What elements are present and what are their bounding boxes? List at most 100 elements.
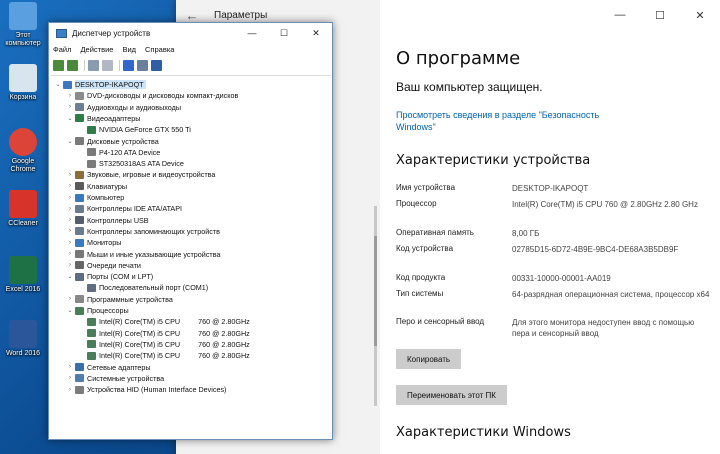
chevron-right-icon[interactable]: ›: [66, 183, 74, 189]
dm-minimize-button[interactable]: —: [236, 23, 268, 43]
chevron-right-icon[interactable]: ›: [66, 364, 74, 370]
chevron-right-icon[interactable]: ›: [66, 240, 74, 246]
chevron-down-icon[interactable]: ⌄: [54, 81, 62, 88]
tree-category[interactable]: › Звуковые, игровые и видеоустройства: [66, 169, 215, 180]
chevron-right-icon[interactable]: ›: [66, 172, 74, 178]
chevron-right-icon[interactable]: ›: [66, 375, 74, 381]
menu-item[interactable]: Действие: [80, 45, 113, 54]
tree-node-label: Порты (COM и LPT): [87, 272, 154, 282]
tree-category[interactable]: › Клавиатуры: [66, 181, 127, 192]
tree-node-label: Программные устройства: [87, 294, 173, 304]
close-icon: ✕: [312, 27, 320, 38]
chevron-right-icon[interactable]: ›: [66, 262, 74, 268]
chevron-down-icon[interactable]: ⌄: [66, 307, 74, 314]
help-icon[interactable]: [123, 59, 134, 71]
tree-category[interactable]: › Компьютер: [66, 192, 124, 203]
tree-device[interactable]: Intel(R) Core(TM) i5 CPU 760 @ 2.80GHz: [78, 328, 250, 339]
tree-category[interactable]: › Мониторы: [66, 237, 121, 248]
desktop-icon-ccleaner[interactable]: CCleaner: [0, 190, 46, 228]
forward-icon[interactable]: [67, 59, 78, 71]
rename-pc-button[interactable]: Переименовать этот ПК: [396, 385, 507, 405]
network-icon: [75, 363, 84, 371]
properties-icon[interactable]: [88, 59, 99, 71]
tree-category[interactable]: › Контроллеры IDE ATA/ATAPI: [66, 203, 182, 214]
chevron-right-icon[interactable]: ›: [66, 228, 74, 234]
close-button[interactable]: ✕: [680, 0, 720, 30]
sidebar-scrollbar-thumb[interactable]: [374, 236, 377, 346]
tree-device[interactable]: Intel(R) Core(TM) i5 CPU 760 @ 2.80GHz: [78, 316, 250, 327]
tree-device[interactable]: Intel(R) Core(TM) i5 CPU 760 @ 2.80GHz: [78, 339, 250, 350]
hid-icon: [75, 385, 84, 394]
scan-hardware-icon[interactable]: [151, 59, 162, 71]
security-link[interactable]: Просмотреть сведения в разделе "Безопасн…: [396, 109, 626, 133]
cpu-icon: [87, 317, 96, 326]
back-icon[interactable]: [53, 59, 64, 71]
chevron-right-icon[interactable]: ›: [66, 206, 74, 212]
tree-category[interactable]: ⌄ Процессоры: [66, 305, 129, 316]
spec-value: 64-разрядная операционная система, проце…: [512, 290, 710, 299]
chevron-right-icon[interactable]: ›: [66, 217, 74, 223]
copy-button[interactable]: Копировать: [396, 349, 462, 369]
spec-value: Для этого монитора недоступен ввод с пом…: [512, 318, 695, 338]
tree-category[interactable]: ⌄ Дисковые устройства: [66, 136, 158, 147]
maximize-icon: ☐: [655, 9, 665, 22]
tree-category[interactable]: › DVD-дисководы и дисководы компакт-диско…: [66, 90, 238, 101]
menu-item[interactable]: Вид: [122, 45, 136, 54]
tree-category[interactable]: › Системные устройства: [66, 373, 164, 384]
chevron-right-icon[interactable]: ›: [66, 251, 74, 257]
update-driver-icon[interactable]: [137, 59, 148, 71]
view-icon[interactable]: [102, 59, 113, 71]
tree-category[interactable]: › Мыши и иные указывающие устройства: [66, 249, 220, 260]
tree-category[interactable]: › Очереди печати: [66, 260, 141, 271]
minimize-button[interactable]: —: [600, 0, 640, 30]
tree-device[interactable]: Последовательный порт (COM1): [78, 282, 208, 293]
tree-category[interactable]: › Аудиовходы и аудиовыходы: [66, 102, 181, 113]
dm-close-button[interactable]: ✕: [300, 23, 332, 43]
dm-maximize-button[interactable]: ☐: [268, 23, 300, 43]
page-title: О программе: [396, 48, 521, 69]
desktop-icon-label: Этот компьютер: [5, 32, 41, 47]
tree-node-label: Видеоадаптеры: [87, 113, 141, 123]
chevron-right-icon[interactable]: ›: [66, 104, 74, 110]
maximize-button[interactable]: ☐: [640, 0, 680, 30]
tree-category[interactable]: › Контроллеры запоминающих устройств: [66, 226, 220, 237]
tree-device[interactable]: ST3250318AS ATA Device: [78, 158, 184, 169]
chevron-right-icon[interactable]: ›: [66, 195, 74, 201]
tree-category[interactable]: › Устройства HID (Human Interface Devices…: [66, 384, 226, 395]
tree-root[interactable]: ⌄ DESKTOP-IKAPOQT: [54, 79, 146, 90]
dvd-icon: [75, 91, 84, 100]
system-icon: [75, 374, 84, 383]
tree-node-label: Компьютер: [87, 193, 125, 202]
tree-category[interactable]: › Сетевые адаптеры: [66, 362, 151, 373]
minimize-icon: —: [614, 9, 626, 21]
desktop-icon-excel[interactable]: Excel 2016: [0, 256, 46, 294]
tree-node-label: Процессоры: [87, 306, 129, 315]
tree-node-label: Intel(R) Core(TM) i5 CPU: [99, 317, 181, 327]
chevron-right-icon[interactable]: ›: [66, 296, 74, 302]
tree-category[interactable]: › Программные устройства: [66, 294, 173, 305]
tree-node-label: Устройства HID (Human Interface Devices): [87, 385, 227, 395]
tree-device[interactable]: Intel(R) Core(TM) i5 CPU 760 @ 2.80GHz: [78, 350, 250, 361]
tree-device[interactable]: P4-120 ATA Device: [78, 147, 160, 158]
device-manager-titlebar: Диспетчер устройств — ☐ ✕: [49, 23, 332, 43]
disk-icon: [87, 159, 96, 168]
desktop-icon-computer[interactable]: Этот компьютер: [0, 2, 46, 48]
tree-category[interactable]: ⌄ Видеоадаптеры: [66, 113, 140, 124]
desktop-icon-word[interactable]: Word 2016: [0, 320, 46, 358]
sound-icon: [75, 170, 84, 179]
windows-specs-heading: Характеристики Windows: [396, 425, 571, 440]
chevron-down-icon[interactable]: ⌄: [66, 273, 74, 280]
close-icon: ✕: [695, 9, 705, 22]
desktop-icon-recycle-bin[interactable]: Корзина: [0, 64, 46, 102]
desktop-icon-chrome[interactable]: Google Chrome: [0, 128, 46, 174]
tree-category[interactable]: › Контроллеры USB: [66, 215, 149, 226]
tree-category[interactable]: ⌄ Порты (COM и LPT): [66, 271, 153, 282]
chevron-down-icon[interactable]: ⌄: [66, 138, 74, 145]
tree-device[interactable]: NVIDIA GeForce GTX 550 Ti: [78, 124, 191, 135]
chevron-right-icon[interactable]: ›: [66, 387, 74, 393]
chevron-right-icon[interactable]: ›: [66, 93, 74, 99]
menu-item[interactable]: Справка: [145, 45, 174, 54]
menu-item[interactable]: Файл: [53, 45, 71, 54]
chevron-down-icon[interactable]: ⌄: [66, 115, 74, 122]
tree-node-label: Мыши и иные указывающие устройства: [87, 249, 221, 259]
